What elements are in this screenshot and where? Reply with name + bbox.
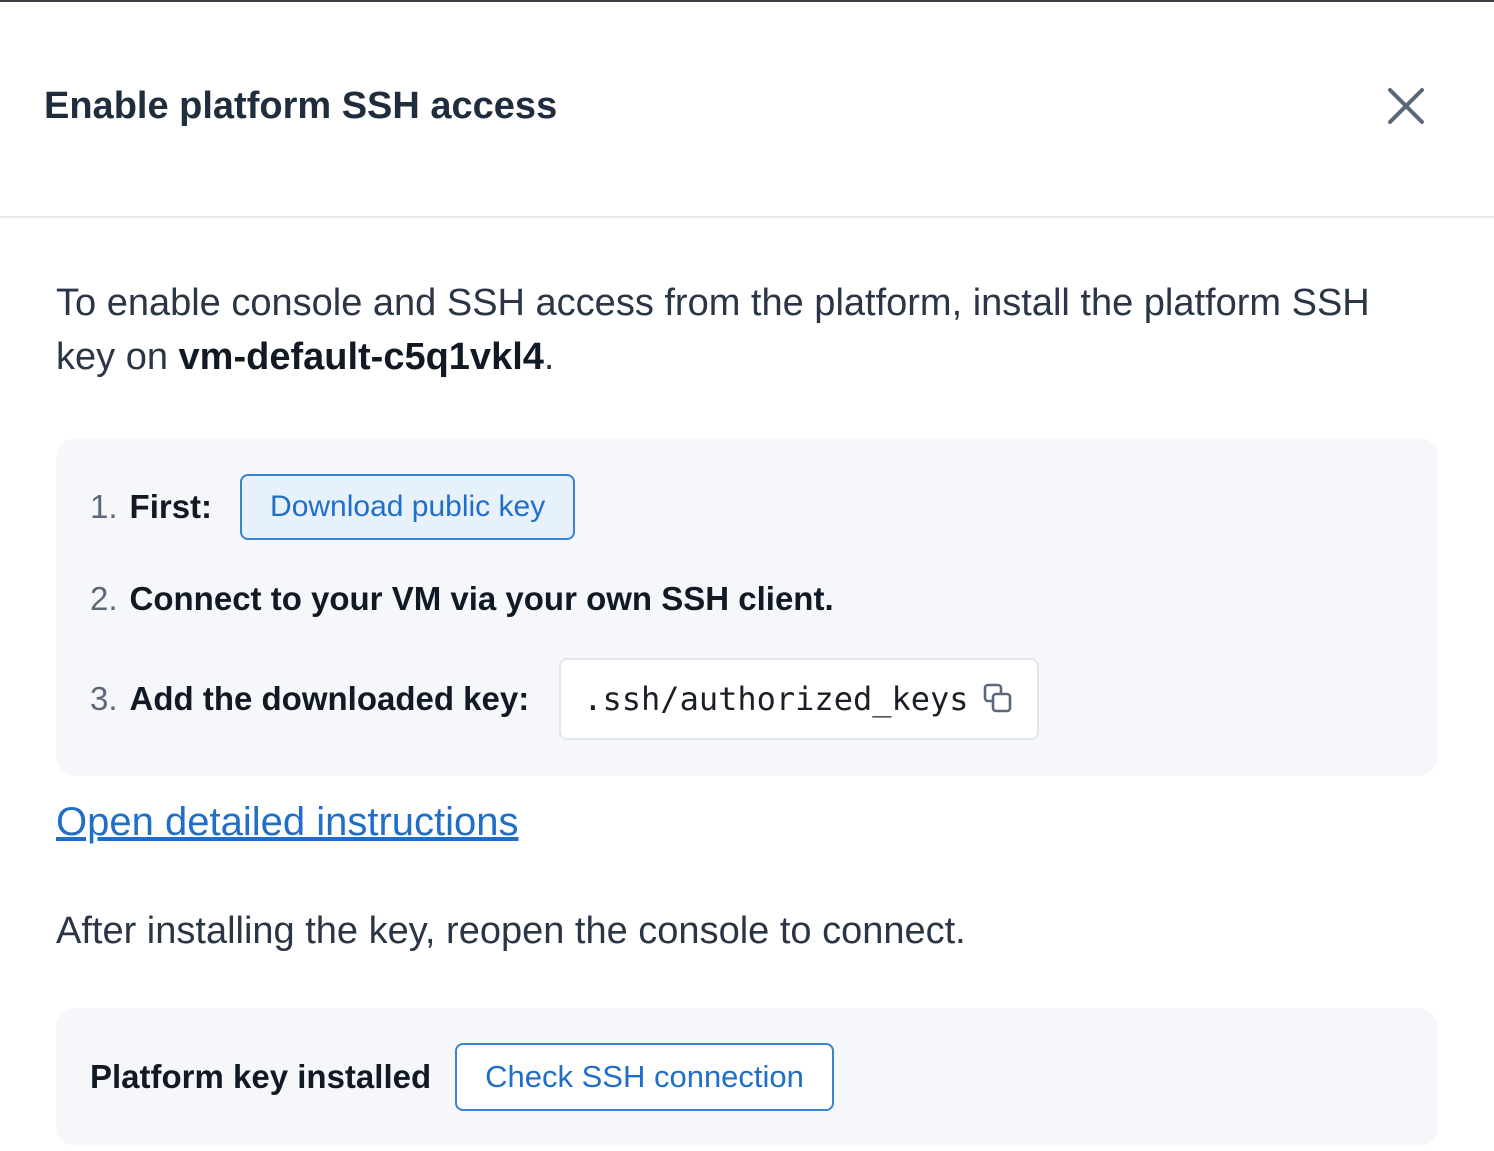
step-3: 3. Add the downloaded key: .ssh/authoriz… [90, 658, 1039, 740]
check-ssh-connection-button[interactable]: Check SSH connection [455, 1043, 834, 1111]
ssh-access-dialog: Enable platform SSH access To enable con… [0, 0, 1494, 1151]
intro-text: To enable console and SSH access from th… [56, 276, 1396, 384]
intro-text-end: . [543, 336, 555, 378]
step-2: 2. Connect to your VM via your own SSH c… [90, 580, 834, 618]
step-label: First: [129, 488, 213, 525]
close-icon [1388, 88, 1424, 124]
code-text: .ssh/authorized_keys [583, 680, 969, 718]
close-button[interactable] [1384, 84, 1428, 128]
download-public-key-button[interactable]: Download public key [240, 474, 576, 540]
step-label: Add the downloaded key: [129, 680, 530, 717]
after-install-text: After installing the key, reopen the con… [56, 910, 966, 952]
dialog-body: To enable console and SSH access from th… [56, 218, 1438, 1146]
authorized-keys-code[interactable]: .ssh/authorized_keys [559, 658, 1039, 740]
dialog-title: Enable platform SSH access [44, 85, 558, 127]
copy-icon[interactable] [981, 682, 1015, 716]
vm-name: vm-default-c5q1vkl4 [178, 336, 544, 378]
step-number: 1. [90, 488, 118, 525]
dialog-header: Enable platform SSH access [0, 2, 1494, 218]
open-detailed-instructions-link[interactable]: Open detailed instructions [56, 800, 519, 845]
step-number: 3. [90, 680, 118, 717]
key-status-panel: Platform key installed Check SSH connect… [56, 1008, 1438, 1146]
step-1: 1. First: Download public key [90, 474, 576, 540]
steps-panel: 1. First: Download public key 2. Connect… [56, 438, 1438, 776]
step-label: Connect to your VM via your own SSH clie… [129, 580, 834, 617]
step-number: 2. [90, 580, 118, 617]
platform-key-installed-label: Platform key installed [90, 1058, 432, 1095]
